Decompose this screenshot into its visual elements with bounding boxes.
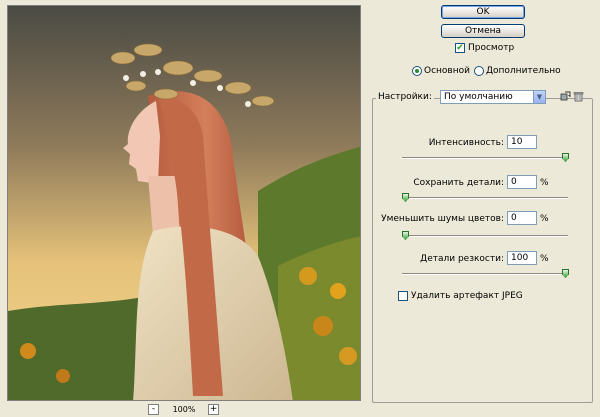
mode-basic-option[interactable]: Основной [412,66,470,76]
reduce-color-noise-slider[interactable] [402,231,568,240]
zoom-controls: - 100% + [148,404,220,416]
reduce-color-noise-unit: % [540,214,549,224]
zoom-out-button[interactable]: - [148,404,159,415]
ok-button[interactable]: OK [441,5,525,19]
save-preset-icon[interactable] [560,91,571,102]
strength-slider[interactable] [402,153,569,162]
mode-basic-radio[interactable] [412,66,422,76]
mode-basic-label: Основной [424,66,470,76]
settings-select-value: По умолчанию [444,92,513,102]
mode-advanced-radio[interactable] [474,66,484,76]
preview-image[interactable] [7,5,361,401]
zoom-level: 100% [172,405,196,414]
settings-label: Настройки: [376,92,434,102]
strength-label: Интенсивность: [428,138,504,148]
sharpen-details-unit: % [540,254,549,264]
strength-input[interactable]: 10 [507,135,537,149]
preserve-details-slider[interactable] [402,193,568,202]
mode-advanced-option[interactable]: Дополнительно [474,66,561,76]
jpeg-artifact-toggle[interactable]: Удалить артефакт JPEG [398,291,523,301]
sharpen-details-input[interactable]: 100 [507,251,537,265]
preview-photo [8,6,360,400]
sharpen-details-label: Детали резкости: [420,254,504,264]
cancel-button[interactable]: Отмена [441,24,525,38]
sharpen-details-slider[interactable] [402,269,569,278]
preview-checkbox[interactable]: ✔ [455,43,465,53]
jpeg-artifact-checkbox[interactable] [398,291,408,301]
preserve-details-label: Сохранить детали: [413,178,504,188]
jpeg-artifact-label: Удалить артефакт JPEG [411,291,523,301]
preserve-details-input[interactable]: 0 [507,175,537,189]
preview-label: Просмотр [468,43,515,53]
preview-toggle[interactable]: ✔ Просмотр [455,43,514,53]
mode-advanced-label: Дополнительно [486,66,561,76]
zoom-in-button[interactable]: + [208,404,219,415]
preserve-details-unit: % [540,178,549,188]
settings-select[interactable]: По умолчанию ▼ [440,90,546,104]
trash-icon[interactable] [573,91,584,102]
reduce-color-noise-label: Уменьшить шумы цветов: [381,214,504,224]
reduce-color-noise-input[interactable]: 0 [507,211,537,225]
chevron-down-icon[interactable]: ▼ [533,91,545,103]
